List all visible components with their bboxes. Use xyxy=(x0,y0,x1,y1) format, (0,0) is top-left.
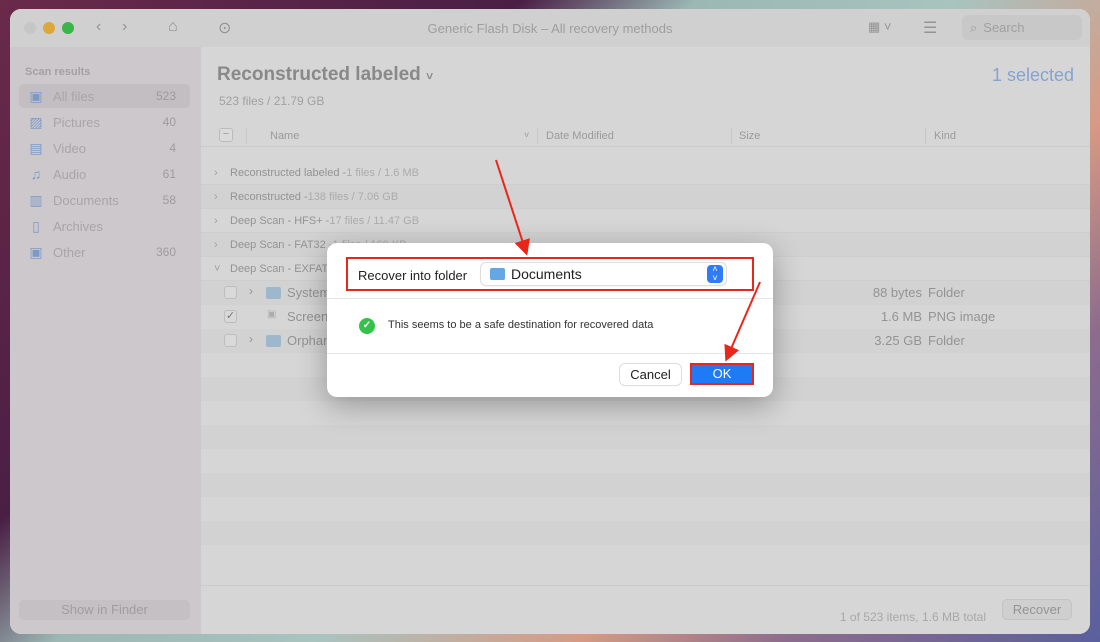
column-kind[interactable]: Kind xyxy=(934,130,956,142)
folder-icon xyxy=(490,268,505,280)
chevron-right-icon: › xyxy=(214,190,218,203)
show-in-finder-button[interactable]: Show in Finder xyxy=(19,600,190,620)
sidebar-item-pictures[interactable]: ▨ Pictures 40 xyxy=(19,110,190,134)
chevron-down-icon: ˅ xyxy=(426,69,434,83)
sidebar-item-documents[interactable]: ▥ Documents 58 xyxy=(19,188,190,212)
file-checkbox[interactable]: ✓ xyxy=(224,310,237,323)
folder-select[interactable]: Documents ˄ ˅ xyxy=(481,263,726,285)
all-files-icon: ▣ xyxy=(29,87,43,104)
select-all-checkbox[interactable]: − xyxy=(219,128,233,142)
chevron-right-icon: › xyxy=(214,166,218,179)
search-icon: ⌕ xyxy=(970,19,978,35)
page-title[interactable]: Reconstructed labeled ˅ xyxy=(217,64,433,86)
recover-folder-label: Recover into folder xyxy=(358,268,468,283)
documents-icon: ▥ xyxy=(29,191,43,208)
sidebar-item-audio[interactable]: ♫ Audio 61 xyxy=(19,162,190,186)
sort-chevron-icon: ˅ xyxy=(524,130,530,140)
audio-icon: ♫ xyxy=(30,166,42,182)
sidebar-item-video[interactable]: ▤ Video 4 xyxy=(19,136,190,160)
video-icon: ▤ xyxy=(29,139,43,156)
title-bar: ‹ › ⌂ ⊙ Generic Flash Disk – All recover… xyxy=(10,9,1090,47)
recover-dialog: Recover into folder Documents ˄ ˅ ✓ This … xyxy=(327,243,773,397)
view-options-icon[interactable]: ▦ ˅ xyxy=(868,19,892,35)
file-checkbox[interactable] xyxy=(224,286,237,299)
column-size[interactable]: Size xyxy=(739,130,760,142)
sidebar-item-other[interactable]: ▣ Other 360 xyxy=(19,240,190,264)
image-file-icon: ▣ xyxy=(267,309,277,320)
destination-message: This seems to be a safe destination for … xyxy=(388,319,654,331)
chevron-right-icon: › xyxy=(249,284,253,298)
recover-button[interactable]: Recover xyxy=(1002,599,1072,620)
column-name[interactable]: Name xyxy=(270,130,299,142)
highlight-box: Recover into folder Documents ˄ ˅ xyxy=(346,257,754,291)
chevron-right-icon: › xyxy=(214,238,218,251)
chevron-right-icon: › xyxy=(214,214,218,227)
status-text: 1 of 523 items, 1.6 MB total xyxy=(839,610,986,624)
search-input[interactable]: ⌕ Search xyxy=(962,15,1082,40)
success-check-icon: ✓ xyxy=(359,318,375,334)
ok-button[interactable]: OK xyxy=(690,363,754,385)
pictures-icon: ▨ xyxy=(29,113,43,130)
folder-icon xyxy=(266,287,281,299)
selected-count: 1 selected xyxy=(991,65,1074,85)
file-checkbox[interactable] xyxy=(224,334,237,347)
cancel-button[interactable]: Cancel xyxy=(620,364,681,385)
group-row[interactable]: › Reconstructed - 138 files / 7.06 GB xyxy=(201,185,1090,209)
chevron-down-icon: ˅ xyxy=(214,262,221,275)
sidebar: Scan results ▣ All files 523 ▨ Pictures 40 ▤… xyxy=(10,47,201,634)
column-date-modified[interactable]: Date Modified xyxy=(546,130,614,142)
other-icon: ▣ xyxy=(29,243,43,260)
updown-chevron-icon: ˄ ˅ xyxy=(707,265,723,283)
search-placeholder: Search xyxy=(983,20,1025,35)
sidebar-item-all-files[interactable]: ▣ All files 523 xyxy=(19,84,190,108)
filter-icon[interactable]: ☰ xyxy=(923,18,937,38)
folder-icon xyxy=(266,335,281,347)
sidebar-item-archives[interactable]: ▯ Archives xyxy=(19,214,190,238)
archives-icon: ▯ xyxy=(32,217,40,234)
chevron-right-icon: › xyxy=(249,332,253,346)
group-row[interactable]: › Deep Scan - HFS+ - 17 files / 11.47 GB xyxy=(201,209,1090,233)
sidebar-heading: Scan results xyxy=(25,66,91,78)
column-header: − Name ˅ Date Modified Size Kind xyxy=(201,125,1090,147)
page-subtitle: 523 files / 21.79 GB xyxy=(219,94,325,108)
group-row[interactable]: › Reconstructed labeled - 1 files / 1.6 M… xyxy=(201,161,1090,185)
